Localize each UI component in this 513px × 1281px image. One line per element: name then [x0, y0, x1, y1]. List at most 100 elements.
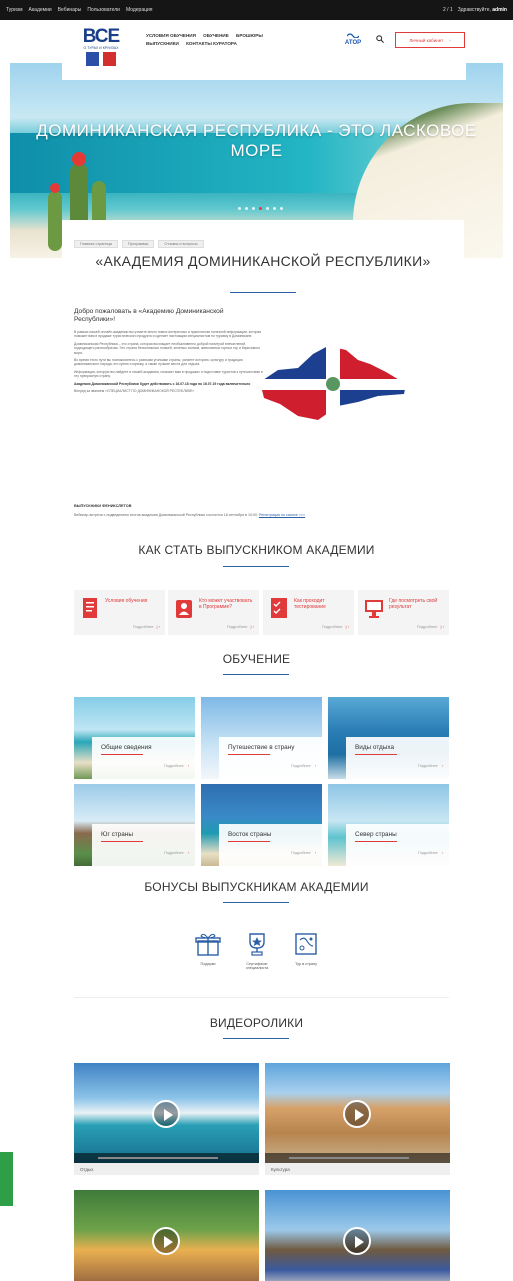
play-icon[interactable] [152, 1100, 180, 1128]
progress-bar[interactable] [289, 1157, 409, 1159]
intro-paragraph: Во время этого пути вы познакомитесь с р… [74, 358, 243, 367]
step-more-link[interactable]: Подробнее | › [133, 624, 160, 629]
feedback-tab[interactable] [0, 1152, 13, 1206]
chevron-right-icon: › [314, 851, 316, 855]
learning-tile[interactable]: Север страны Подробнее › [328, 784, 449, 866]
nav-curator-contacts[interactable]: КОНТАКТЫ КУРАТОРА [186, 40, 237, 48]
bonus-certificate[interactable]: Сертификат специалиста [237, 932, 277, 971]
logo-flag-icon [86, 52, 116, 66]
more-label: Подробнее [291, 764, 311, 768]
nav-graduates[interactable]: ВЫПУСКНИКИ [146, 40, 179, 48]
video-player[interactable] [265, 1190, 450, 1281]
dominican-map-flag [260, 346, 406, 420]
validity-note: Академия Доминиканской Республики будет … [74, 381, 251, 386]
slider-dot[interactable] [245, 207, 248, 210]
title-underline [230, 292, 296, 293]
step-label: Условия обучения [105, 598, 148, 604]
admin-nav-tourism[interactable]: Туризм [6, 7, 23, 13]
bonus-tour[interactable]: Тур в страну [286, 932, 326, 966]
tile-more-link[interactable]: Подробнее › [418, 764, 443, 768]
cert-note: Вперед за званием «СПЕЦИАЛИСТ ПО ДОМИНИК… [74, 389, 195, 394]
hero-title: ДОМИНИКАНСКАЯ РЕСПУБЛИКА - ЭТО ЛАСКОВОЕ … [36, 121, 477, 160]
tile-more-link[interactable]: Подробнее › [291, 851, 316, 855]
play-icon[interactable] [152, 1227, 180, 1255]
step-more-link[interactable]: Подробнее | › [417, 624, 444, 629]
slider-dot[interactable] [252, 207, 255, 210]
chevron-right-icon: › [187, 851, 189, 855]
nav-learning[interactable]: ОБУЧЕНИЕ [203, 32, 229, 40]
learning-tile[interactable]: Путешествие в страну Подробнее › [201, 697, 322, 779]
slider-dot[interactable] [259, 207, 262, 210]
intro-paragraph: В рамках нашей онлайн-академии вы узнает… [74, 330, 262, 339]
admin-nav-webinars[interactable]: Вебинары [58, 7, 82, 13]
video-controls[interactable] [265, 1153, 450, 1163]
site-logo[interactable]: ВСЕ О ТУРАХ И КРУИЗАХ [74, 27, 128, 72]
video-player[interactable] [265, 1063, 450, 1163]
search-icon[interactable] [376, 35, 384, 45]
greeting[interactable]: Здравствуйте, admin [458, 7, 507, 13]
academy-intro: Добро пожаловать в «Академию Доминиканск… [74, 308, 264, 396]
graduates-heading: ВЫПУСКНИКИ ФЕНИКСЛЕТОВ [74, 504, 132, 508]
slider-dot[interactable] [273, 207, 276, 210]
video-player[interactable] [74, 1063, 259, 1163]
learning-tile[interactable]: Юг страны Подробнее › [74, 784, 195, 866]
admin-nav-users[interactable]: Пользователи [87, 7, 120, 13]
video-controls[interactable] [74, 1153, 259, 1163]
step-label: Где посмотреть свой результат [389, 598, 438, 610]
site-header: ВСЕ О ТУРАХ И КРУИЗАХ УСЛОВИЯ ОБУЧЕНИЯ О… [62, 24, 466, 80]
nav-conditions[interactable]: УСЛОВИЯ ОБУЧЕНИЯ [146, 32, 196, 40]
chevron-right-icon: › [441, 764, 443, 768]
bonus-label: Сертификат специалиста [245, 961, 269, 971]
step-label: Как проходит тестирование [294, 598, 326, 610]
breadcrumb-home[interactable]: Главная страница [74, 240, 118, 248]
slider-dot[interactable] [280, 207, 283, 210]
breadcrumb-programs[interactable]: Программы [121, 240, 155, 248]
partner-logo[interactable]: АТОР [338, 32, 368, 48]
hero-pagination[interactable] [238, 207, 283, 210]
tile-more-link[interactable]: Подробнее › [418, 851, 443, 855]
graduates-text: Вебинар-встреча с подведением итогов ака… [74, 513, 258, 517]
step-card[interactable]: Условия обучения Подробнее | › [74, 590, 165, 635]
monitor-icon [365, 600, 383, 618]
steps-title: КАК СТАТЬ ВЫПУСКНИКОМ АКАДЕМИИ [138, 543, 375, 557]
video-player[interactable] [74, 1190, 259, 1281]
step-more-link[interactable]: Подробнее | › [322, 624, 349, 629]
bonus-label: Подарки [200, 961, 216, 966]
wave-icon [346, 33, 360, 39]
slider-dot[interactable] [266, 207, 269, 210]
award-icon [249, 933, 265, 956]
tile-label-box: Восток страны Подробнее › [219, 824, 322, 866]
tile-title: Восток страны [228, 831, 272, 838]
breadcrumb-reviews[interactable]: Отзывы и вопросы [158, 240, 204, 248]
step-card[interactable]: Где посмотреть свой результат Подробнее | … [358, 590, 449, 635]
map-icon [295, 933, 317, 955]
learning-tile[interactable]: Виды отдыха Подробнее › [328, 697, 449, 779]
cabinet-button[interactable]: Личный кабинет › [395, 32, 465, 48]
step-card[interactable]: Как проходит тестирование Подробнее | › [263, 590, 354, 635]
tile-label-box: Север страны Подробнее › [346, 824, 449, 866]
admin-nav-moderation[interactable]: Модерация [126, 7, 153, 13]
step-more-link[interactable]: Подробнее | › [227, 624, 254, 629]
divider [74, 997, 449, 998]
video-underline [223, 1038, 289, 1039]
checklist-icon [271, 598, 287, 618]
tile-more-link[interactable]: Подробнее › [291, 764, 316, 768]
learning-tile[interactable]: Общие сведения Подробнее › [74, 697, 195, 779]
registration-link[interactable]: Регистрация по ссылке >>> [259, 513, 305, 517]
more-label: Подробнее [164, 851, 184, 855]
bonus-title: БОНУСЫ ВЫПУСКНИКАМ АКАДЕМИИ [144, 880, 369, 894]
tile-more-link[interactable]: Подробнее › [164, 851, 189, 855]
academy-card: Главная страница Программы Отзывы и вопр… [62, 220, 464, 540]
play-icon[interactable] [343, 1227, 371, 1255]
step-card[interactable]: Кто может участвовать в Программе? Подроб… [168, 590, 259, 635]
slider-dot[interactable] [238, 207, 241, 210]
more-label: Подробнее [416, 624, 438, 629]
nav-brochures[interactable]: БРОШЮРЫ [236, 32, 263, 40]
tile-more-link[interactable]: Подробнее › [164, 764, 189, 768]
learning-tile[interactable]: Восток страны Подробнее › [201, 784, 322, 866]
progress-bar[interactable] [98, 1157, 218, 1159]
play-icon[interactable] [343, 1100, 371, 1128]
bonus-underline [223, 902, 289, 903]
admin-nav-academies[interactable]: Академии [29, 7, 52, 13]
bonus-gifts[interactable]: Подарки [188, 932, 228, 966]
